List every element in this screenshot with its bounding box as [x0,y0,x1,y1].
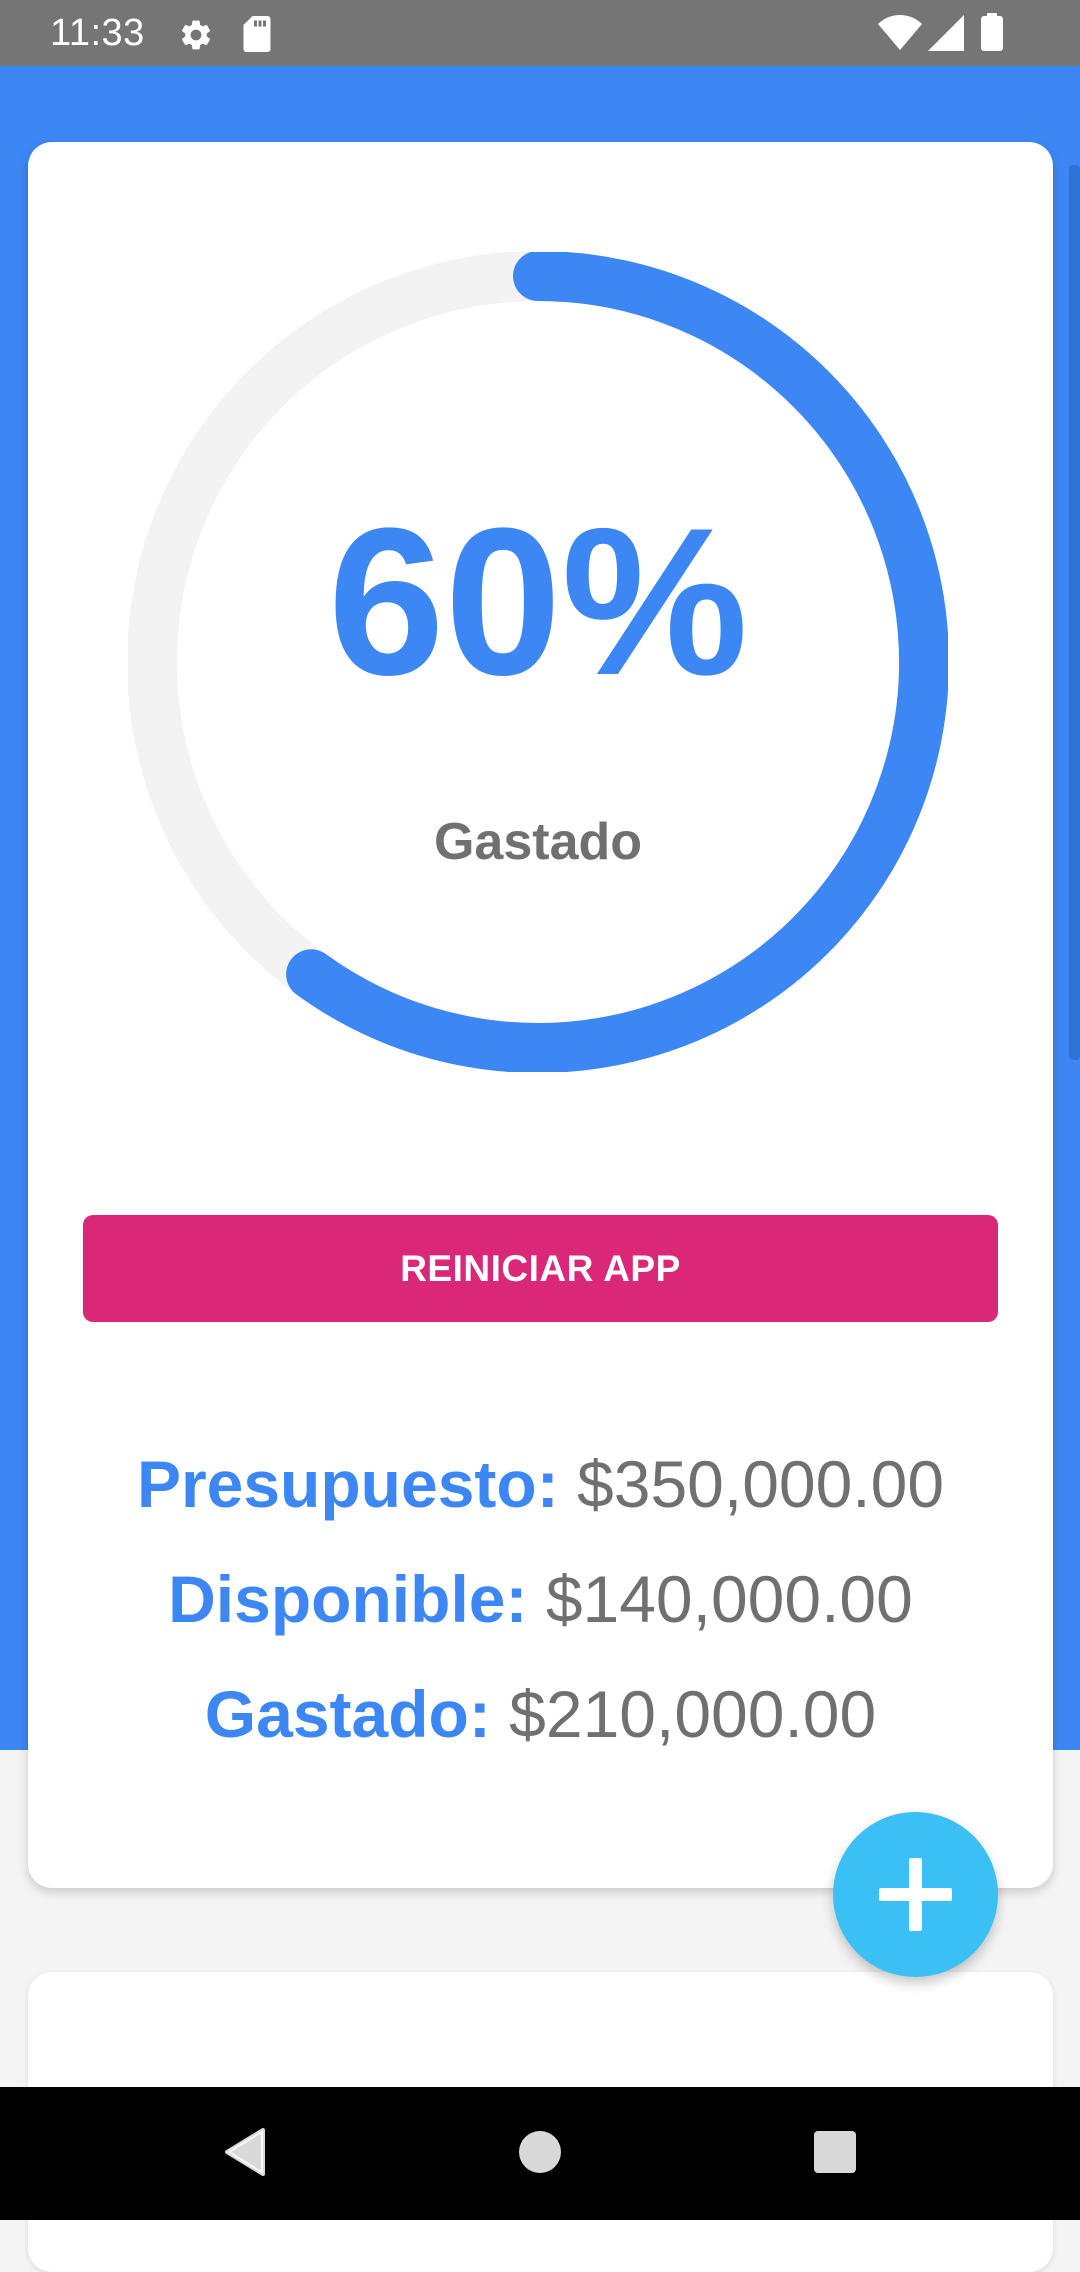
percent-spent: 60% [327,484,749,719]
available-label: Disponible: [168,1562,528,1636]
available-value: $140,000.00 [545,1562,913,1636]
signal-icon [928,15,964,51]
recents-icon [814,2131,856,2173]
navigation-bar [0,2087,1080,2220]
reset-app-button[interactable]: REINICIAR APP [83,1215,998,1322]
scrollbar[interactable] [1069,165,1080,1060]
budget-card: 60% Gastado REINICIAR APP Presupuesto: $… [28,142,1053,1888]
spent-progress-ring: 60% Gastado [128,252,948,1072]
home-icon [519,2131,561,2173]
sd-card-icon [242,16,272,52]
spent-row: Gastado: $210,000.00 [28,1657,1053,1772]
spent-label: Gastado [433,813,643,871]
add-expense-button[interactable] [833,1812,998,1977]
spent-row-label: Gastado: [204,1677,491,1751]
wifi-icon [878,15,922,51]
budget-label: Presupuesto: [136,1447,559,1521]
budget-value: $350,000.00 [577,1447,945,1521]
battery-icon [980,13,1004,51]
recents-button[interactable] [795,2112,875,2192]
back-icon [225,2128,265,2176]
status-bar: 11:33 [0,0,1080,66]
budget-row: Presupuesto: $350,000.00 [28,1427,1053,1542]
plus-icon [879,1858,952,1931]
home-button[interactable] [500,2112,580,2192]
spent-value: $210,000.00 [509,1677,877,1751]
back-button[interactable] [205,2112,285,2192]
status-time: 11:33 [50,12,145,54]
available-row: Disponible: $140,000.00 [28,1542,1053,1657]
settings-icon [178,17,214,53]
budget-summary: Presupuesto: $350,000.00 Disponible: $14… [28,1427,1053,1772]
